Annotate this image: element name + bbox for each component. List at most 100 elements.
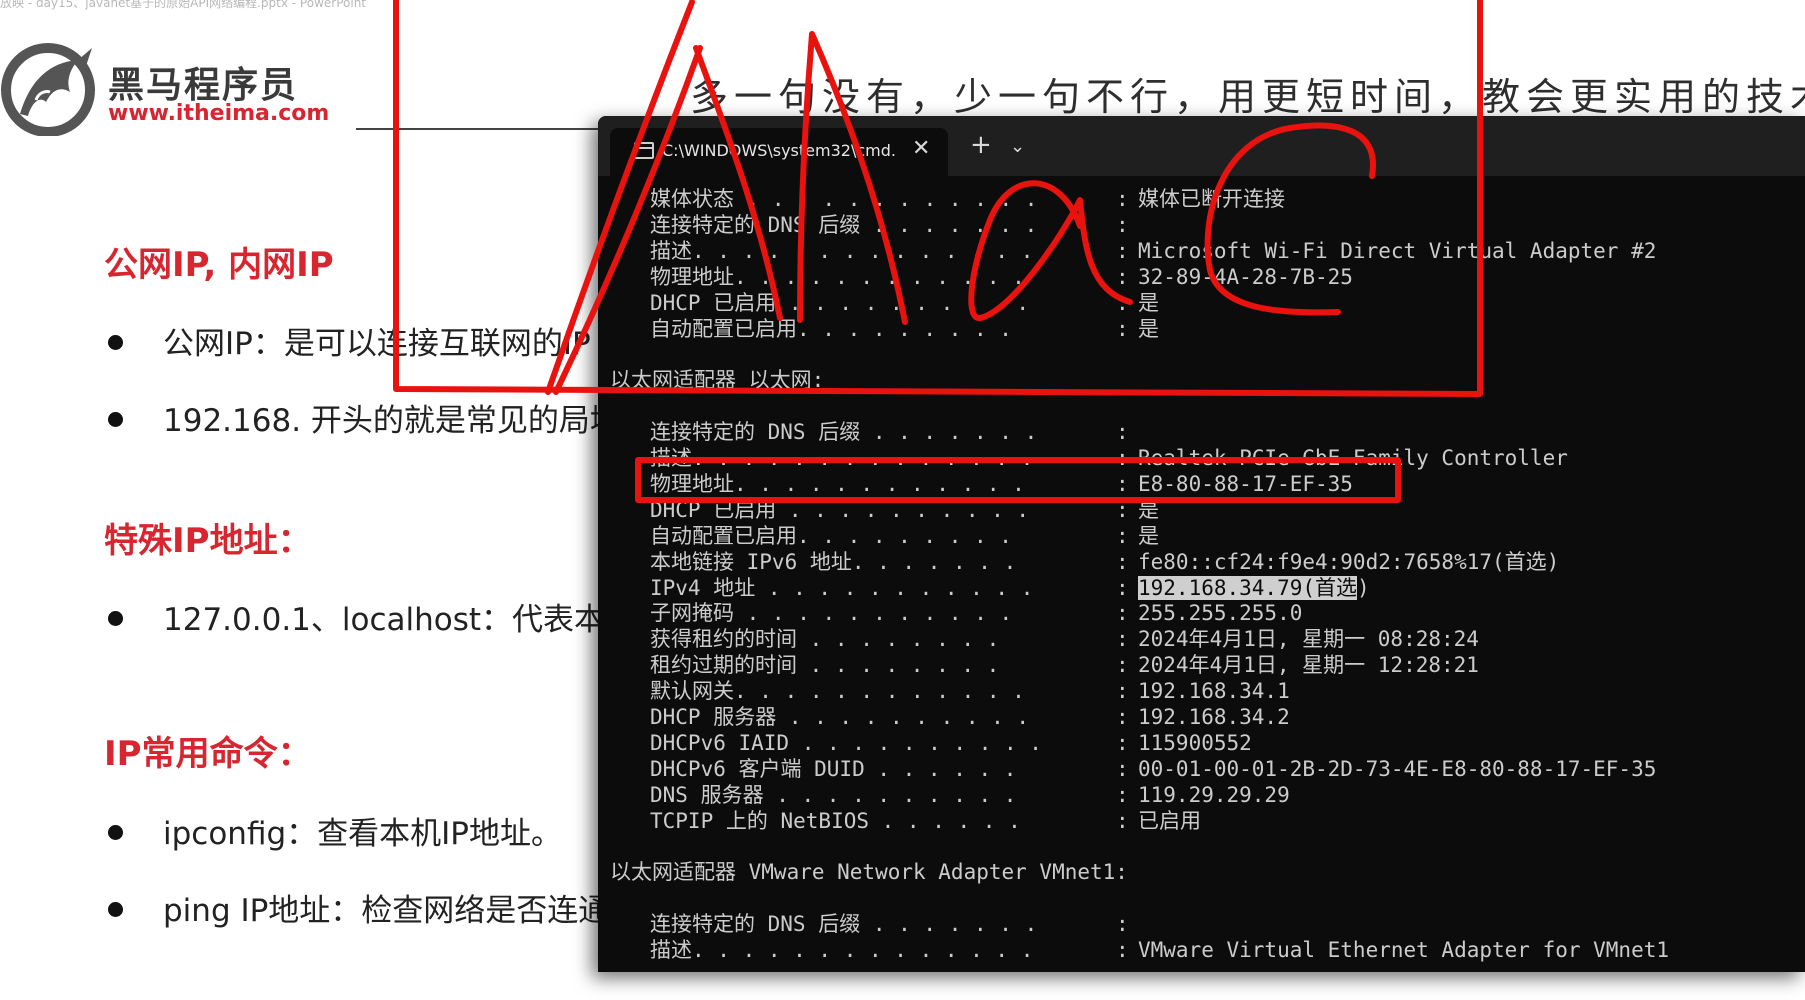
property-key: 获得租约的时间 . . . . . . . . — [650, 627, 1000, 652]
bullet-item: ipconfig：查看本机IP地址。 — [108, 808, 562, 853]
property-key: DHCPv6 客户端 DUID . . . . . . — [650, 756, 1017, 781]
section-heading-public-private-ip: 公网IP, 内网IP — [104, 245, 334, 285]
terminal-window[interactable]: C:\WINDOWS\system32\cmd. ✕ + ⌄ 媒体状态 . . … — [598, 116, 1805, 972]
property-value: 是 — [1138, 290, 1159, 315]
key-value-separator: : — [1116, 523, 1129, 548]
property-key: 媒体状态 . . . . . . . . . . . . — [650, 187, 1038, 211]
property-value: 2024年4月1日, 星期一 12:28:21 — [1138, 653, 1479, 678]
property-key: 描述. . . . . . . . . . . . . . — [650, 238, 1034, 263]
bullet-item: 公网IP：是可以连接互联网的IP — [108, 318, 591, 363]
bullet-item: 192.168. 开头的就是常见的局域 — [108, 395, 621, 440]
adapter-header-text: 以太网适配器 VMware Network Adapter VMnet1: — [610, 860, 1128, 885]
terminal-output[interactable]: 媒体状态 . . . . . . . . . . . .: 媒体已断开连接连接特定… — [610, 178, 1805, 972]
bullet-text: 公网IP：是可以连接互联网的IP — [163, 326, 591, 362]
key-value-separator: : — [1116, 653, 1129, 678]
property-value: 255.255.255.0 — [1138, 601, 1303, 626]
property-key: 物理地址. . . . . . . . . . . . — [650, 264, 1025, 289]
property-value: E8-80-88-17-EF-35 — [1138, 471, 1353, 496]
key-value-separator: : — [1116, 446, 1129, 470]
property-key: IPv4 地址 . . . . . . . . . . . — [650, 575, 1034, 600]
bullet-item: 127.0.0.1、localhost：代表本 — [108, 594, 605, 639]
property-value: 已启用 — [1138, 808, 1201, 833]
property-value: 媒体已断开连接 — [1138, 187, 1285, 211]
property-value: 是 — [1138, 523, 1159, 548]
logo-url: www.itheima.com — [108, 101, 330, 126]
property-key: 本地链接 IPv6 地址. . . . . . . — [650, 549, 1017, 574]
selected-text[interactable]: 192.168.34.79(首选 — [1138, 575, 1358, 600]
property-value: 192.168.34.79(首选) — [1138, 575, 1370, 601]
bullet-dot-icon — [108, 412, 123, 427]
key-value-separator: : — [1116, 212, 1129, 237]
property-key: DHCP 已启用 . . . . . . . . . . — [650, 290, 1030, 315]
property-key: 子网掩码 . . . . . . . . . . . — [650, 601, 1013, 626]
property-value: 115900552 — [1138, 730, 1252, 755]
bullet-dot-icon — [108, 825, 123, 840]
property-key: DHCPv6 IAID . . . . . . . . . . — [650, 730, 1042, 755]
property-value: 00-01-00-01-2B-2D-73-4E-E8-80-88-17-EF-3… — [1138, 756, 1657, 781]
property-key: 自动配置已启用. . . . . . . . . — [650, 316, 1012, 341]
new-tab-button[interactable]: + — [970, 132, 992, 158]
key-value-separator: : — [1116, 316, 1129, 341]
key-value-separator: : — [1116, 601, 1129, 626]
tab-title: C:\WINDOWS\system32\cmd. — [662, 141, 896, 160]
bullet-dot-icon — [108, 902, 123, 917]
property-key: 物理地址. . . . . . . . . . . . — [650, 471, 1025, 496]
horse-logo-icon — [1, 43, 95, 136]
key-value-separator: : — [1116, 782, 1129, 807]
key-value-separator: : — [1116, 238, 1129, 263]
bullet-text: 192.168. 开头的就是常见的局域 — [163, 403, 621, 439]
key-value-separator: : — [1116, 627, 1129, 652]
key-value-separator: : — [1116, 679, 1129, 704]
property-value: Microsoft Wi-Fi Direct Virtual Adapter #… — [1138, 238, 1657, 263]
property-value: 是 — [1138, 497, 1159, 522]
property-value: fe80::cf24:f9e4:90d2:7658%17(首选) — [1138, 549, 1560, 574]
bullet-text: ping IP地址：检查网络是否连通 — [163, 893, 610, 929]
value-suffix: ) — [1357, 575, 1370, 600]
property-key: 连接特定的 DNS 后缀 . . . . . . . — [650, 912, 1038, 937]
bullet-item: ping IP地址：检查网络是否连通 — [108, 885, 609, 930]
key-value-separator: : — [1116, 290, 1129, 315]
property-value: 是 — [1138, 316, 1159, 341]
property-key: DHCP 已启用 . . . . . . . . . . — [650, 497, 1030, 522]
property-value: 192.168.34.1 — [1138, 679, 1290, 704]
key-value-separator: : — [1116, 264, 1129, 289]
bullet-text: 127.0.0.1、localhost：代表本 — [163, 602, 606, 638]
terminal-tab-bar: C:\WINDOWS\system32\cmd. ✕ + ⌄ — [598, 116, 1805, 176]
terminal-icon — [634, 142, 654, 159]
key-value-separator: : — [1116, 549, 1129, 574]
property-value: Realtek PCIe GbE Family Controller — [1138, 446, 1568, 470]
terminal-tab[interactable]: C:\WINDOWS\system32\cmd. ✕ — [610, 128, 948, 176]
close-tab-icon[interactable]: ✕ — [912, 136, 930, 161]
property-key: 默认网关. . . . . . . . . . . . — [650, 679, 1025, 704]
property-key: TCPIP 上的 NetBIOS . . . . . . — [650, 808, 1021, 833]
key-value-separator: : — [1116, 420, 1129, 445]
key-value-separator: : — [1116, 938, 1129, 963]
key-value-separator: : — [1116, 471, 1129, 496]
property-value: 32-89-4A-28-7B-25 — [1138, 264, 1353, 289]
chevron-down-icon[interactable]: ⌄ — [1010, 136, 1025, 157]
bullet-text: ipconfig：查看本机IP地址。 — [163, 816, 562, 852]
key-value-separator: : — [1116, 187, 1129, 211]
property-value: VMware Virtual Ethernet Adapter for VMne… — [1138, 938, 1670, 963]
slide-slogan: 多一句没有，少一句不行，用更短时间，教会更实用的技术！ — [690, 75, 1805, 119]
bullet-dot-icon — [108, 335, 123, 350]
property-key: 租约过期的时间 . . . . . . . . — [650, 653, 1000, 678]
key-value-separator: : — [1116, 756, 1129, 781]
key-value-separator: : — [1116, 705, 1129, 729]
key-value-separator: : — [1116, 912, 1129, 937]
property-key: 描述. . . . . . . . . . . . . . — [650, 938, 1034, 963]
key-value-separator: : — [1116, 497, 1129, 522]
property-key: DHCP 服务器 . . . . . . . . . . — [650, 705, 1030, 729]
property-key: 自动配置已启用. . . . . . . . . — [650, 523, 1012, 548]
property-value: 119.29.29.29 — [1138, 782, 1290, 807]
bullet-dot-icon — [108, 611, 123, 626]
key-value-separator: : — [1116, 730, 1129, 755]
property-key: 连接特定的 DNS 后缀 . . . . . . . — [650, 212, 1038, 237]
property-key: 描述. . . . . . . . . . . . . . — [650, 446, 1034, 470]
section-heading-special-ip: 特殊IP地址： — [104, 521, 312, 561]
key-value-separator: : — [1116, 575, 1129, 600]
window-title: 放映 - day15、javanet基于的原始API网络编程.pptx - Po… — [0, 0, 367, 10]
adapter-header-text: 以太网适配器 以太网: — [610, 368, 825, 393]
section-heading-ip-commands: IP常用命令： — [104, 734, 312, 774]
key-value-separator: : — [1116, 808, 1129, 833]
